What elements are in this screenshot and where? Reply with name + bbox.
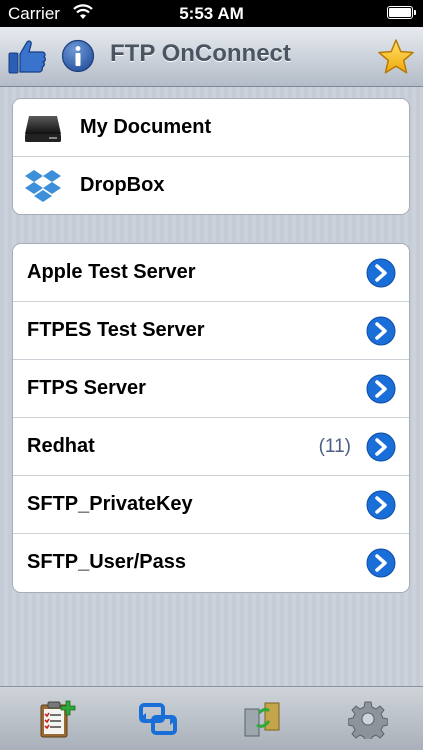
server-name: Redhat xyxy=(27,435,95,457)
chevron-right-icon[interactable] xyxy=(366,490,396,520)
status-bar: Carrier 5:53 AM xyxy=(0,0,423,27)
page-title: FTP OnConnect xyxy=(110,40,291,67)
item-count-badge: (11) xyxy=(318,436,351,457)
tab-bar xyxy=(0,686,423,750)
list-item-label: My Document xyxy=(80,116,212,138)
chevron-right-icon[interactable] xyxy=(366,374,396,404)
clipboard-add-icon[interactable] xyxy=(36,699,76,739)
list-item-server[interactable]: FTPES Test Server xyxy=(13,302,409,360)
chevron-right-icon[interactable] xyxy=(366,548,396,578)
local-storage-list: My Document DropBox xyxy=(12,98,410,215)
dropbox-icon xyxy=(25,170,61,202)
chevron-right-icon[interactable] xyxy=(366,432,396,462)
list-item-server[interactable]: Apple Test Server xyxy=(13,244,409,302)
transfer-icon[interactable] xyxy=(138,699,178,739)
list-item-my-document[interactable]: My Document xyxy=(13,99,409,157)
servers-sync-icon[interactable] xyxy=(243,699,283,739)
chevron-right-icon[interactable] xyxy=(366,316,396,346)
list-item-label: DropBox xyxy=(80,174,165,196)
server-name: Apple Test Server xyxy=(27,261,196,283)
list-item-server[interactable]: SFTP_PrivateKey xyxy=(13,476,409,534)
server-list: Apple Test Server FTPES Test Server FTPS… xyxy=(12,243,410,593)
server-name: FTPS Server xyxy=(27,377,146,399)
hard-drive-icon xyxy=(25,116,61,142)
info-icon[interactable] xyxy=(61,39,95,73)
list-item-server[interactable]: SFTP_User/Pass xyxy=(13,534,409,592)
list-item-server[interactable]: Redhat (11) xyxy=(13,418,409,476)
list-item-dropbox[interactable]: DropBox xyxy=(13,157,409,214)
chevron-right-icon[interactable] xyxy=(366,258,396,288)
star-icon[interactable] xyxy=(377,38,415,76)
nav-bar: FTP OnConnect xyxy=(0,27,423,87)
list-item-server[interactable]: FTPS Server xyxy=(13,360,409,418)
server-name: SFTP_PrivateKey xyxy=(27,493,193,515)
server-name: FTPES Test Server xyxy=(27,319,205,341)
gear-icon[interactable] xyxy=(348,699,388,739)
thumbs-up-icon[interactable] xyxy=(8,37,48,77)
clock: 5:53 AM xyxy=(179,4,244,23)
battery-icon xyxy=(387,6,416,19)
server-name: SFTP_User/Pass xyxy=(27,551,186,573)
